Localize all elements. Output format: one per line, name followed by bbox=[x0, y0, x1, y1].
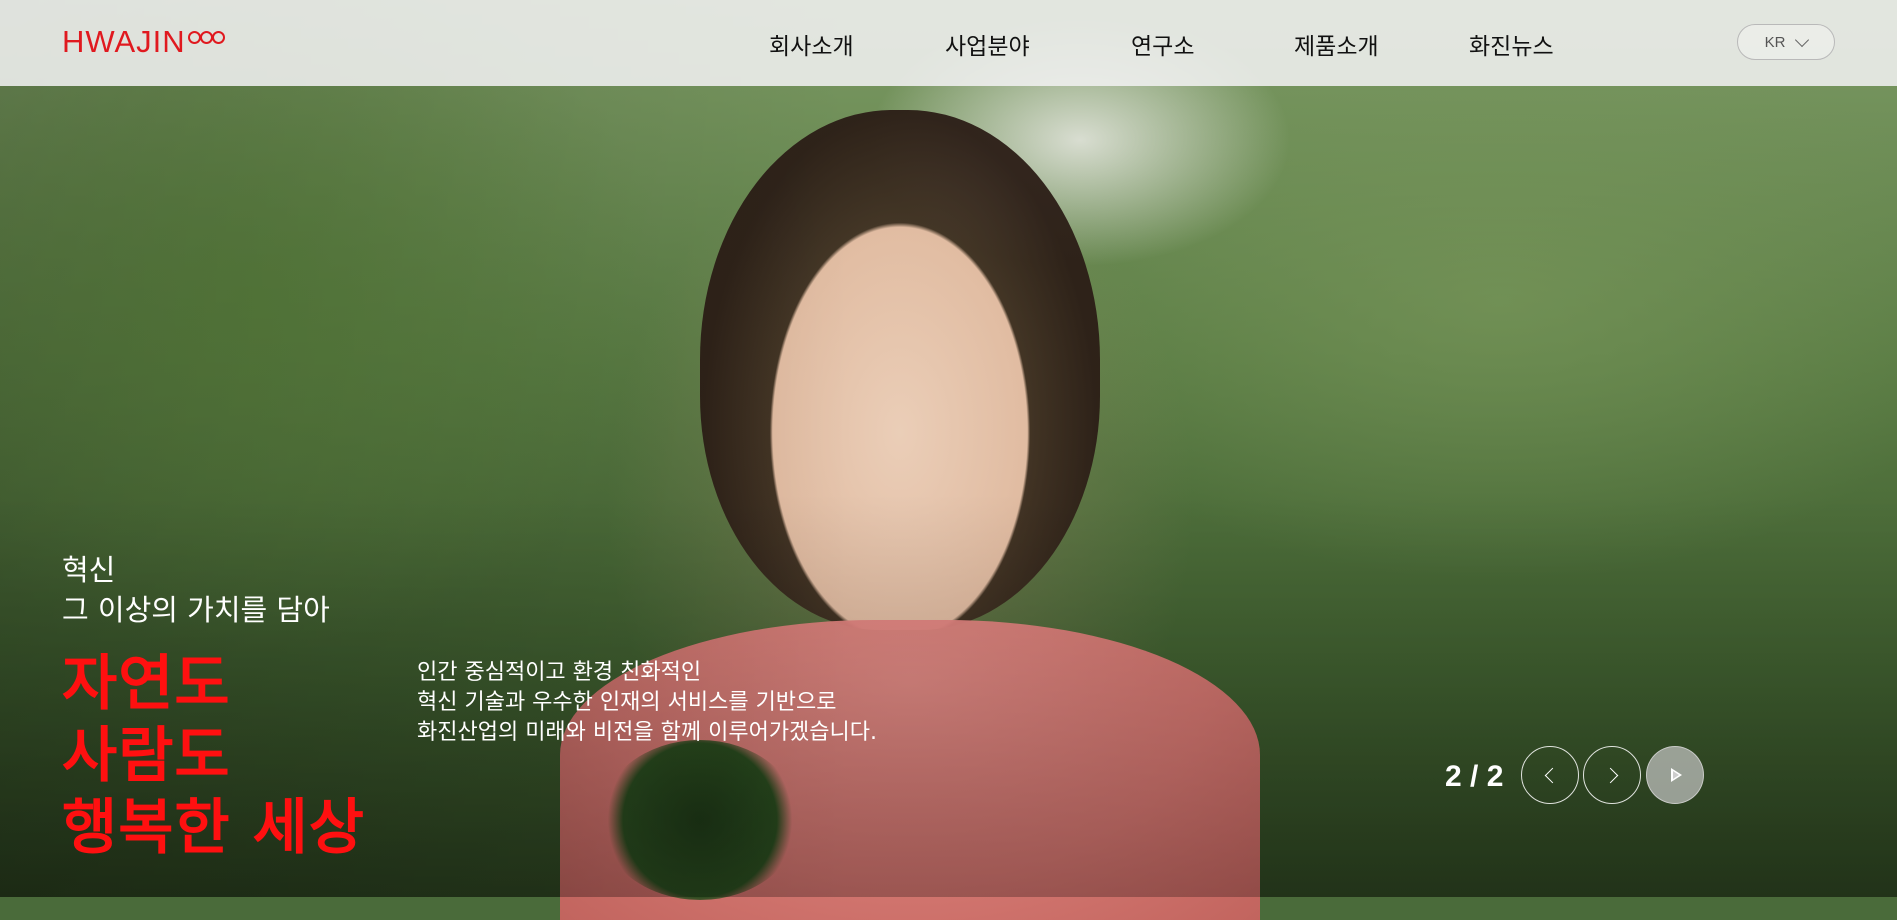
language-value: KR bbox=[1764, 33, 1786, 51]
language-select[interactable]: KR bbox=[1737, 24, 1835, 60]
hero-headline-line2: 사람도 bbox=[62, 721, 231, 791]
hwajin-logo[interactable]: HWAJIN bbox=[62, 24, 225, 60]
slide-counter: 2 / 2 bbox=[1445, 760, 1504, 793]
hero-desc-line2: 혁신 기술과 우수한 인재의 서비스를 기반으로 bbox=[417, 690, 837, 715]
hero-headline-line1: 자연도 bbox=[62, 649, 231, 719]
slide-prev-button[interactable] bbox=[1521, 746, 1579, 804]
slide-next-button[interactable] bbox=[1583, 746, 1641, 804]
nav-item-products[interactable]: 제품소개 bbox=[1294, 27, 1379, 61]
hero-headline: 자연도 사람도 행복한 세상 bbox=[62, 648, 365, 864]
logo-text: HWAJIN bbox=[62, 24, 186, 59]
hero-desc-line1: 인간 중심적이고 환경 친화적인 bbox=[417, 660, 702, 685]
hero-tagline: 혁신 그 이상의 가치를 담아 bbox=[62, 550, 330, 630]
nav-item-business[interactable]: 사업분야 bbox=[945, 27, 1030, 61]
hero-desc-line3: 화진산업의 미래와 비전을 함께 이루어가겠습니다. bbox=[417, 720, 878, 745]
chevron-right-icon bbox=[1602, 767, 1618, 783]
play-icon bbox=[1671, 768, 1682, 782]
nav-item-news[interactable]: 화진뉴스 bbox=[1469, 27, 1554, 61]
hero-headline-line3: 행복한 세상 bbox=[62, 793, 365, 863]
nav-item-research[interactable]: 연구소 bbox=[1131, 27, 1194, 61]
chevron-left-icon bbox=[1544, 767, 1560, 783]
hero-tagline-line1: 혁신 bbox=[62, 553, 116, 587]
chevron-down-icon bbox=[1795, 32, 1810, 47]
hero-description: 인간 중심적이고 환경 친화적인 혁신 기술과 우수한 인재의 서비스를 기반으… bbox=[417, 658, 877, 748]
slide-play-button[interactable] bbox=[1646, 746, 1704, 804]
logo-circles-icon bbox=[187, 30, 225, 44]
nav-item-company[interactable]: 회사소개 bbox=[769, 27, 854, 61]
hero-tagline-line2: 그 이상의 가치를 담아 bbox=[62, 593, 330, 627]
site-header: HWAJIN 회사소개 사업분야 연구소 제품소개 화진뉴스 KR bbox=[0, 0, 1897, 86]
